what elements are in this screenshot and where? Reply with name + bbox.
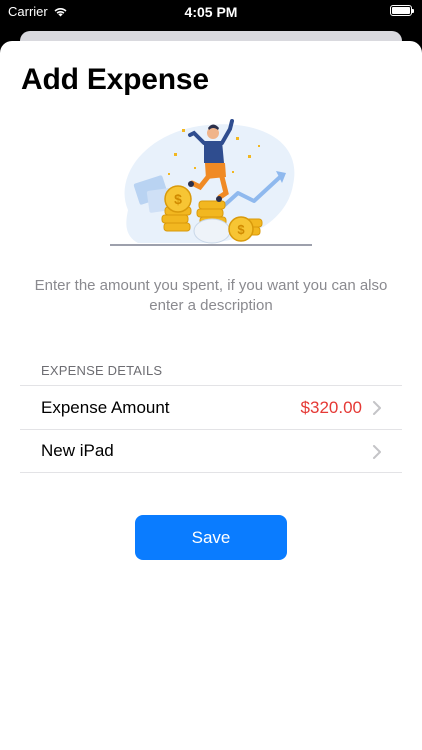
page-title: Add Expense bbox=[21, 63, 209, 96]
status-bar: Carrier 4:05 PM bbox=[0, 0, 422, 24]
expense-amount-value: $320.00 bbox=[300, 397, 362, 417]
expense-amount-label: Expense Amount bbox=[41, 397, 170, 417]
description-label: New iPad bbox=[41, 441, 114, 460]
chevron-right-icon bbox=[373, 401, 381, 415]
add-expense-sheet: Add Expense $ $ Enter the amount you spe… bbox=[0, 41, 422, 750]
expense-details-list: Expense Amount $320.00 New iPad bbox=[20, 385, 402, 473]
svg-text:$: $ bbox=[237, 222, 245, 237]
save-button[interactable]: Save bbox=[135, 515, 287, 560]
celebration-coins-illustration: $ $ bbox=[110, 119, 312, 246]
expense-amount-row[interactable]: Expense Amount $320.00 bbox=[20, 385, 402, 429]
description-row[interactable]: New iPad bbox=[20, 429, 402, 473]
description-text: Enter the amount you spent, if you want … bbox=[34, 277, 388, 314]
section-header: EXPENSE DETAILS bbox=[41, 363, 163, 378]
battery-icon bbox=[390, 5, 414, 16]
svg-text:$: $ bbox=[174, 191, 182, 207]
chevron-right-icon bbox=[373, 445, 381, 459]
clock: 4:05 PM bbox=[184, 4, 238, 20]
